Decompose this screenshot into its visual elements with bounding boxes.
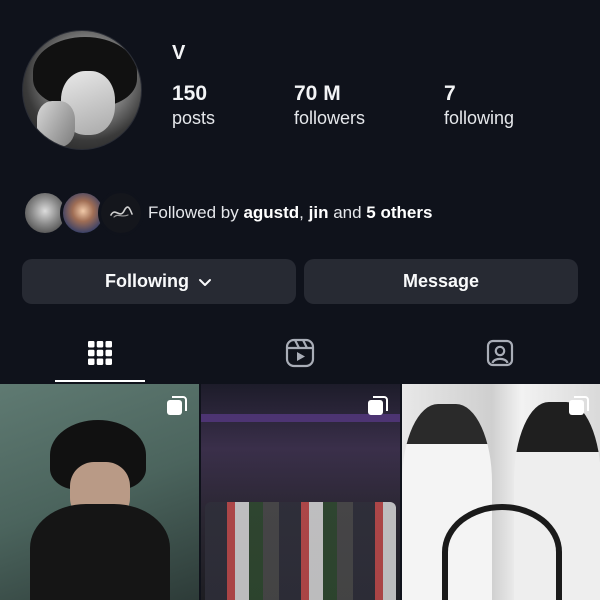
mutual-avatar-3	[98, 190, 144, 236]
multiple-posts-icon	[366, 394, 390, 423]
signature-icon	[110, 206, 133, 218]
followers-count: 70 M	[294, 82, 341, 105]
multiple-posts-icon	[567, 394, 591, 423]
grid-icon	[88, 341, 112, 365]
following-button[interactable]: Following	[22, 259, 296, 304]
followed-user-2[interactable]: jin	[309, 203, 329, 222]
avatar-hand	[37, 101, 75, 147]
posts-count: 150	[172, 82, 208, 105]
posts-grid	[0, 384, 600, 600]
message-button[interactable]: Message	[304, 259, 578, 304]
reels-icon	[285, 338, 315, 368]
message-button-label: Message	[402, 271, 480, 291]
following-label: following	[444, 108, 515, 128]
followed-others[interactable]: 5 others	[366, 203, 432, 222]
following-count: 7	[444, 82, 456, 105]
chevron-down-icon	[197, 274, 213, 290]
grid-post-2[interactable]	[201, 384, 400, 600]
following-button-label: Following	[105, 271, 189, 291]
multiple-posts-icon	[165, 394, 189, 423]
followed-separator: ,	[299, 203, 309, 222]
followed-conjunction: and	[328, 203, 367, 222]
stat-following[interactable]: 7 following	[444, 82, 514, 130]
stat-posts: 150 posts	[172, 82, 215, 130]
stat-followers[interactable]: 70 M followers	[294, 82, 365, 130]
profile-tabs	[0, 324, 600, 384]
tab-posts-grid[interactable]	[0, 324, 200, 382]
profile-username: V	[172, 42, 186, 64]
active-tab-indicator	[55, 380, 145, 382]
photo-shape	[30, 504, 170, 600]
followed-by-row[interactable]: Followed by agustd, jin and 5 others	[22, 190, 582, 236]
followers-label: followers	[294, 108, 366, 128]
photo-shape	[205, 502, 396, 600]
followed-by-prefix: Followed by	[148, 203, 244, 222]
followed-by-text: Followed by agustd, jin and 5 others	[148, 203, 432, 223]
tagged-icon	[486, 339, 514, 367]
grid-post-1[interactable]	[0, 384, 199, 600]
posts-label: posts	[172, 108, 216, 128]
grid-post-3[interactable]	[402, 384, 600, 600]
photo-shape	[442, 504, 562, 600]
profile-avatar[interactable]	[22, 30, 142, 150]
tab-reels[interactable]	[200, 324, 400, 382]
followed-user-1[interactable]: agustd	[243, 203, 299, 222]
tab-tagged[interactable]	[400, 324, 600, 382]
